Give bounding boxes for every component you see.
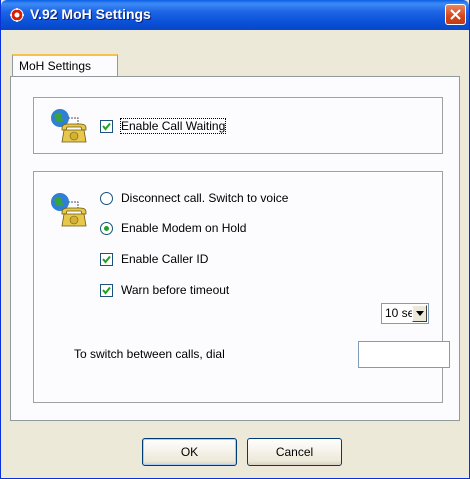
warn-timeout-checkbox[interactable] xyxy=(100,283,113,297)
cancel-button[interactable]: Cancel xyxy=(247,438,342,466)
call-waiting-row[interactable]: Enable Call Waiting xyxy=(100,118,227,134)
caller-id-checkbox[interactable] xyxy=(100,252,113,266)
modem-on-hold-radio[interactable] xyxy=(100,221,113,235)
call-waiting-label: Enable Call Waiting xyxy=(119,118,227,134)
call-waiting-group: Enable Call Waiting xyxy=(33,97,443,154)
title-bar[interactable]: V.92 MoH Settings xyxy=(1,0,469,30)
dropdown-arrow[interactable] xyxy=(412,305,427,322)
caller-id-label: Enable Caller ID xyxy=(121,252,209,266)
phone-globe-icon xyxy=(51,193,87,227)
mode-group: Disconnect call. Switch to voice Enable … xyxy=(33,171,443,403)
checkmark-icon xyxy=(102,255,111,264)
dial-label: To switch between calls, dial xyxy=(74,347,225,361)
ok-button[interactable]: OK xyxy=(142,438,237,466)
close-button[interactable] xyxy=(445,4,466,25)
close-icon xyxy=(450,9,461,20)
chevron-down-icon xyxy=(416,311,424,316)
tab-panel: Enable Call Waiting Disconnect call. Swi… xyxy=(10,76,460,421)
disconnect-radio[interactable] xyxy=(100,191,113,205)
tab-moh-settings[interactable]: MoH Settings xyxy=(12,54,118,78)
phone-globe-icon xyxy=(51,109,87,143)
modem-on-hold-label: Enable Modem on Hold xyxy=(121,221,247,235)
caller-id-row[interactable]: Enable Caller ID xyxy=(100,252,208,266)
checkmark-icon xyxy=(102,286,111,295)
timeout-select[interactable]: 10 sec xyxy=(381,303,429,324)
modem-on-hold-option[interactable]: Enable Modem on Hold xyxy=(100,221,246,235)
checkmark-icon xyxy=(102,122,111,131)
dial-input[interactable] xyxy=(358,341,450,368)
call-waiting-checkbox[interactable] xyxy=(100,119,113,133)
warn-timeout-row[interactable]: Warn before timeout xyxy=(100,283,229,297)
disconnect-option[interactable]: Disconnect call. Switch to voice xyxy=(100,191,288,205)
warn-timeout-label: Warn before timeout xyxy=(121,283,230,297)
disconnect-label: Disconnect call. Switch to voice xyxy=(121,191,289,205)
window-title: V.92 MoH Settings xyxy=(30,6,151,22)
dialog-window: V.92 MoH Settings MoH Settings Enable Ca xyxy=(0,0,470,479)
app-icon xyxy=(9,7,25,23)
